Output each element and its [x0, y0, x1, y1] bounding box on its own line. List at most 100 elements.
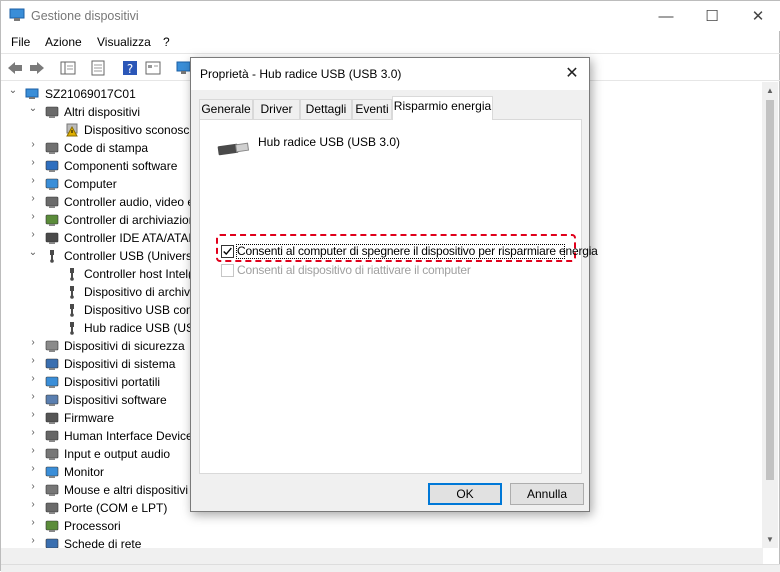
- computer-icon: [45, 178, 59, 190]
- chevron-right-icon[interactable]: ›: [27, 517, 39, 535]
- tree-category-item[interactable]: Firmware: [64, 409, 114, 427]
- vertical-scrollbar[interactable]: ▲ ▼: [762, 82, 778, 548]
- tree-category-item[interactable]: Dispositivi di sistema: [64, 355, 175, 373]
- computer-root-icon: [25, 88, 39, 99]
- properties-icon[interactable]: [89, 59, 107, 77]
- power-off-label[interactable]: Consenti al computer di spegnere il disp…: [237, 244, 598, 258]
- chevron-right-icon[interactable]: ›: [27, 175, 39, 193]
- scroll-up-icon[interactable]: ▲: [766, 86, 774, 95]
- tree-category-item[interactable]: Processori: [64, 517, 121, 535]
- unknown-device-icon: [45, 106, 59, 118]
- storage-icon: [45, 214, 59, 226]
- tree-category-item[interactable]: Monitor: [64, 463, 104, 481]
- menu-file[interactable]: File: [11, 35, 30, 49]
- chevron-right-icon[interactable]: ›: [27, 445, 39, 463]
- firmware-icon: [45, 412, 59, 424]
- tree-category-item[interactable]: Componenti software: [64, 157, 177, 175]
- view-icon[interactable]: [144, 59, 162, 77]
- processor-icon: [45, 520, 59, 532]
- dialog-tabs: Generale Driver Dettagli Eventi Risparmi…: [199, 96, 583, 120]
- tree-category-item[interactable]: Porte (COM e LPT): [64, 499, 167, 517]
- usb-icon: [70, 304, 74, 317]
- power-management-panel: Hub radice USB (USB 3.0) Consenti al com…: [199, 119, 598, 474]
- tab-dettagli[interactable]: Dettagli: [300, 99, 352, 119]
- chevron-right-icon[interactable]: ›: [27, 409, 39, 427]
- chevron-right-icon[interactable]: ›: [27, 499, 39, 517]
- chevron-right-icon[interactable]: ›: [27, 229, 39, 247]
- tab-driver[interactable]: Driver: [253, 99, 300, 119]
- chevron-down-icon[interactable]: ⌄: [27, 103, 39, 121]
- power-off-checkbox[interactable]: [221, 245, 234, 258]
- minimize-button[interactable]: —: [643, 1, 689, 31]
- audio-icon: [45, 196, 59, 208]
- properties-dialog: Proprietà - Hub radice USB (USB 3.0) ✕ G…: [190, 57, 598, 512]
- chevron-right-icon[interactable]: ›: [27, 463, 39, 481]
- chevron-right-icon[interactable]: ›: [27, 157, 39, 175]
- chevron-right-icon[interactable]: ›: [27, 391, 39, 409]
- back-arrow-icon[interactable]: [6, 59, 24, 77]
- tree-category-item[interactable]: Input e output audio: [64, 445, 170, 463]
- chevron-right-icon[interactable]: ›: [27, 373, 39, 391]
- dialog-title-bar: Proprietà - Hub radice USB (USB 3.0) ✕: [191, 58, 589, 90]
- chevron-right-icon[interactable]: ›: [27, 355, 39, 373]
- chevron-right-icon[interactable]: ›: [27, 337, 39, 355]
- portable-icon: [45, 376, 59, 388]
- chevron-down-icon[interactable]: ⌄: [7, 85, 19, 103]
- security-icon: [45, 340, 59, 352]
- tree-category-item[interactable]: Dispositivi di sicurezza: [64, 337, 185, 355]
- maximize-button[interactable]: ☐: [689, 1, 735, 31]
- scroll-down-icon[interactable]: ▼: [766, 535, 774, 544]
- software-device-icon: [45, 394, 59, 406]
- usb-icon: [70, 268, 74, 281]
- tab-generale[interactable]: Generale: [199, 99, 253, 119]
- device-manager-window: Gestione dispositivi — ☐ ✕ File Azione V…: [0, 0, 780, 572]
- title-bar: Gestione dispositivi — ☐ ✕: [1, 1, 780, 31]
- checkmark-icon: [223, 247, 232, 256]
- wake-checkbox: [221, 264, 234, 277]
- menu-azione[interactable]: Azione: [45, 35, 82, 49]
- tab-risparmio-energia[interactable]: Risparmio energia: [392, 96, 493, 120]
- tree-category-item[interactable]: Altri dispositivi: [64, 103, 140, 121]
- horizontal-scrollbar[interactable]: [1, 548, 763, 564]
- scroll-thumb[interactable]: [766, 100, 774, 480]
- close-button[interactable]: ✕: [735, 1, 780, 31]
- dialog-title: Proprietà - Hub radice USB (USB 3.0): [200, 67, 402, 81]
- chevron-right-icon[interactable]: ›: [27, 193, 39, 211]
- tab-eventi[interactable]: Eventi: [352, 99, 392, 119]
- tree-category-item[interactable]: Dispositivi software: [64, 391, 167, 409]
- chevron-right-icon[interactable]: ›: [27, 211, 39, 229]
- monitor-icon: [45, 466, 59, 478]
- usb-icon: [50, 250, 54, 263]
- chevron-right-icon[interactable]: ›: [27, 481, 39, 499]
- usb-connector-icon: [217, 142, 250, 156]
- chevron-down-icon[interactable]: ⌄: [27, 247, 39, 265]
- mouse-icon: [45, 484, 59, 496]
- forward-arrow-icon[interactable]: [28, 59, 46, 77]
- tree-category-item[interactable]: Controller IDE ATA/ATAPI: [64, 229, 200, 247]
- menu-help[interactable]: ?: [163, 35, 170, 49]
- warning-device-icon: [66, 123, 78, 137]
- tree-root[interactable]: SZ21069017C01: [45, 85, 136, 103]
- dialog-close-icon[interactable]: ✕: [559, 61, 585, 87]
- system-icon: [45, 358, 59, 370]
- tree-category-item[interactable]: Schede di rete: [64, 535, 141, 548]
- tree-category-item[interactable]: Human Interface Device: [64, 427, 193, 445]
- chevron-right-icon[interactable]: ›: [27, 139, 39, 157]
- network-icon: [45, 538, 59, 548]
- wake-label: Consenti al dispositivo di riattivare il…: [237, 263, 471, 277]
- menu-visualizza[interactable]: Visualizza: [97, 35, 151, 49]
- tree-category-item[interactable]: Controller di archiviazione: [64, 211, 202, 229]
- tree-category-item[interactable]: Computer: [64, 175, 117, 193]
- usb-icon: [70, 322, 74, 335]
- speaker-icon: [45, 448, 59, 460]
- chevron-right-icon[interactable]: ›: [27, 427, 39, 445]
- help-icon[interactable]: ?: [121, 59, 139, 77]
- ok-button[interactable]: OK: [428, 483, 502, 505]
- tree-category-item[interactable]: Code di stampa: [64, 139, 148, 157]
- cancel-button[interactable]: Annulla: [510, 483, 584, 505]
- ide-icon: [45, 232, 59, 244]
- printer-icon: [45, 142, 59, 154]
- chevron-right-icon[interactable]: ›: [27, 535, 39, 548]
- tree-category-item[interactable]: Dispositivi portatili: [64, 373, 160, 391]
- show-hide-tree-icon[interactable]: [59, 59, 77, 77]
